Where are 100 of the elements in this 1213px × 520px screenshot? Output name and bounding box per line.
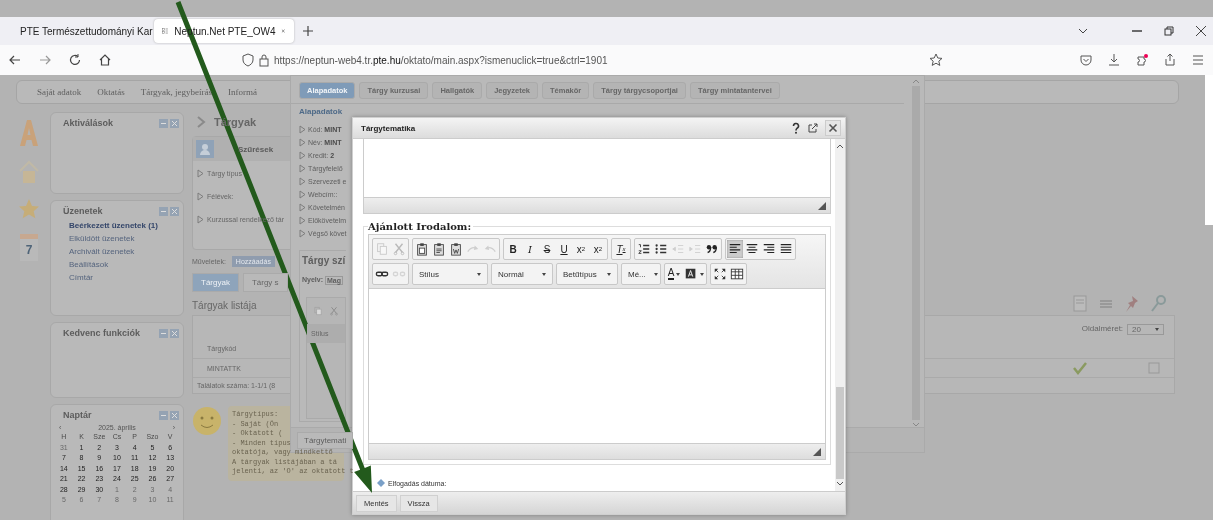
section-title: Ajánlott Irodalom:: [368, 221, 474, 232]
caret-icon: [700, 272, 704, 276]
forward-icon[interactable]: [38, 53, 52, 67]
copy-icon: [313, 304, 323, 318]
page-size-label: Oldalméret:: [1081, 324, 1124, 335]
person-icon: [196, 140, 214, 158]
pocket-icon[interactable]: [1079, 53, 1093, 67]
close-icon: [170, 118, 179, 128]
outdent-icon: [671, 242, 685, 256]
list-title: Tárgyak listája: [192, 300, 257, 311]
quote-icon: [705, 242, 719, 256]
back-icon[interactable]: [8, 53, 22, 67]
collapse-icon: [159, 410, 168, 420]
home-icon[interactable]: [98, 53, 112, 67]
paste-text-icon: [432, 242, 446, 256]
menu-item[interactable]: Oktatás: [97, 87, 125, 97]
bullet-icon: [197, 192, 204, 201]
format-dropdown[interactable]: Betűtípus: [558, 265, 616, 283]
format-button[interactable]: I: [522, 240, 538, 258]
help-icon[interactable]: [791, 122, 801, 134]
align-left-button[interactable]: [727, 240, 743, 258]
panel-title: Aktiválások: [63, 118, 114, 128]
cut-icon: [329, 304, 339, 318]
dialog-title: Tárgytematika: [361, 123, 416, 133]
close-icon: [281, 26, 286, 36]
align-center-icon: [745, 242, 759, 256]
caret-icon: [653, 272, 658, 276]
smiley-icon: [192, 406, 222, 436]
format-dropdown[interactable]: Normál: [493, 265, 551, 283]
bullet-icon: [299, 216, 306, 225]
scroll-down-icon: [836, 481, 844, 487]
bullet-icon: [299, 125, 306, 134]
bullet-icon: [299, 190, 306, 199]
close-icon: [170, 410, 179, 420]
close-icon[interactable]: [825, 120, 841, 136]
chevron-right-icon: [196, 115, 206, 129]
close-icon: [170, 206, 179, 216]
cut-icon: [392, 242, 406, 256]
numbered-list-icon: [637, 242, 651, 256]
scrollbar[interactable]: [910, 78, 922, 428]
format-button[interactable]: U: [556, 240, 572, 258]
scrollbar[interactable]: [835, 139, 845, 491]
popout-icon[interactable]: [807, 122, 819, 134]
lock-icon: [258, 53, 270, 67]
format-button[interactable]: x$^{2}$: [590, 240, 606, 258]
shield-icon: [242, 53, 254, 67]
caret-icon: [607, 272, 611, 276]
align-right-icon: [762, 242, 776, 256]
caret-icon: [1155, 328, 1159, 331]
bullet-icon: [197, 215, 204, 224]
tab-title: PTE Természettudományi Kar: [20, 25, 153, 37]
bullet-icon: [299, 138, 306, 147]
resize-handle-icon: [818, 201, 826, 210]
reload-icon[interactable]: [68, 53, 82, 67]
close-icon: [170, 328, 179, 338]
paste-text-button[interactable]: [431, 240, 447, 258]
menu-icon[interactable]: [1191, 53, 1205, 67]
align-left-icon: [728, 242, 742, 256]
maximize-icon: [713, 267, 727, 281]
share-icon[interactable]: [1163, 53, 1177, 67]
url-text[interactable]: https://neptun-web4.tr.pte.hu/oktato/main.aspx?ismenuclick=true&ctrl=1901: [274, 54, 608, 66]
extension-icon[interactable]: [1135, 53, 1149, 67]
copy-icon: [375, 242, 389, 256]
paste-word-button[interactable]: [448, 240, 464, 258]
format-dropdown[interactable]: Stílus: [414, 265, 486, 283]
restore-icon: [1163, 25, 1175, 37]
star-icon[interactable]: [929, 53, 943, 67]
collapse-icon: [159, 118, 168, 128]
paste-button[interactable]: [414, 240, 430, 258]
filter-title: Szűrések: [238, 144, 274, 154]
caret-icon: [542, 272, 546, 276]
bullet-icon: [299, 203, 306, 212]
scroll-up-icon: [912, 78, 920, 84]
new-tab-icon: [302, 25, 314, 37]
scroll-thumb[interactable]: [836, 387, 844, 479]
format-button[interactable]: S: [539, 240, 555, 258]
bullet-list-icon: [654, 242, 668, 256]
justify-icon: [779, 242, 793, 256]
menu-item[interactable]: Tárgyak, jegybeírás: [140, 87, 213, 97]
letter-a-icon: [18, 118, 40, 148]
scroll-thumb[interactable]: [1205, 75, 1213, 225]
close-icon: [1195, 25, 1207, 37]
scroll-up-icon: [836, 143, 844, 149]
format-dropdown[interactable]: Mé...: [623, 265, 659, 283]
scroll-down-icon: [912, 422, 920, 428]
resize-handle-icon: [813, 447, 821, 456]
download-icon[interactable]: [1107, 53, 1121, 67]
panel-title: Kedvenc funkciók: [63, 328, 141, 338]
menu-item[interactable]: Informá: [228, 87, 258, 97]
menu-item[interactable]: Saját adatok: [37, 87, 82, 97]
paste-word-icon: [449, 242, 463, 256]
panel-title: Üzenetek: [63, 206, 103, 216]
panel-title: Naptár: [63, 410, 92, 420]
collapse-icon: [159, 206, 168, 216]
message-folder-link[interactable]: Beérkezett üzenetek (1): [55, 219, 179, 232]
bullet-icon: [299, 151, 306, 160]
indent-icon: [688, 242, 702, 256]
format-button[interactable]: B: [505, 240, 521, 258]
caret-icon: [676, 272, 681, 276]
text-color-button[interactable]: A: [666, 265, 682, 283]
